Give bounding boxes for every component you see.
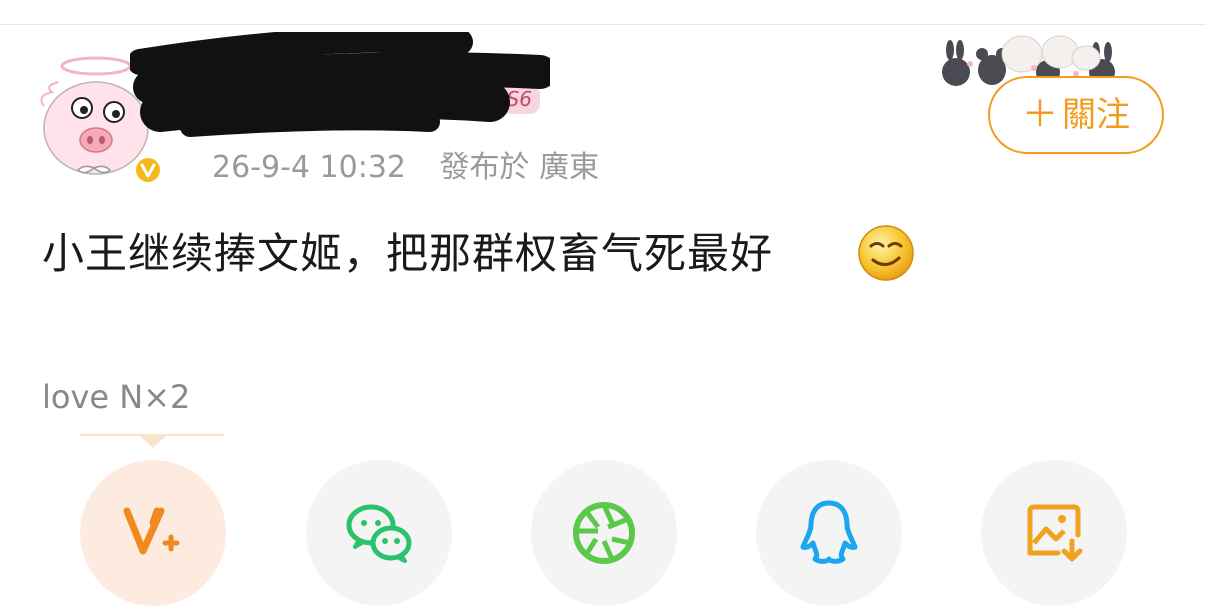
save-image-button[interactable] — [981, 460, 1127, 606]
share-moments-button[interactable] — [531, 460, 677, 606]
smirk-emoji-icon — [858, 225, 914, 281]
qq-icon — [800, 500, 858, 564]
post-tag[interactable]: love N×2 — [42, 378, 190, 416]
tab-caret — [140, 436, 166, 448]
save-image-icon — [1027, 504, 1083, 562]
post-meta: 26-9-4 10:32 發布於 廣東 — [212, 142, 599, 186]
follow-label: 關注 — [1062, 95, 1130, 135]
wechat-icon — [346, 504, 412, 563]
share-v-plus-button[interactable] — [80, 460, 226, 606]
post-text: 小王继续捧文姬，把那群权畜气死最好 — [42, 229, 774, 278]
plus-icon: ＋ — [1021, 94, 1058, 135]
share-qq-button[interactable] — [756, 460, 902, 606]
top-divider — [0, 0, 1206, 25]
redaction-scribble — [130, 32, 550, 137]
post-location: 發布於 廣東 — [439, 150, 600, 185]
post-timestamp: 26-9-4 10:32 — [212, 150, 406, 185]
moments-icon — [573, 502, 635, 564]
follow-button[interactable]: ＋關注 — [988, 76, 1164, 154]
share-wechat-button[interactable] — [306, 460, 452, 606]
v-plus-icon — [123, 507, 180, 555]
